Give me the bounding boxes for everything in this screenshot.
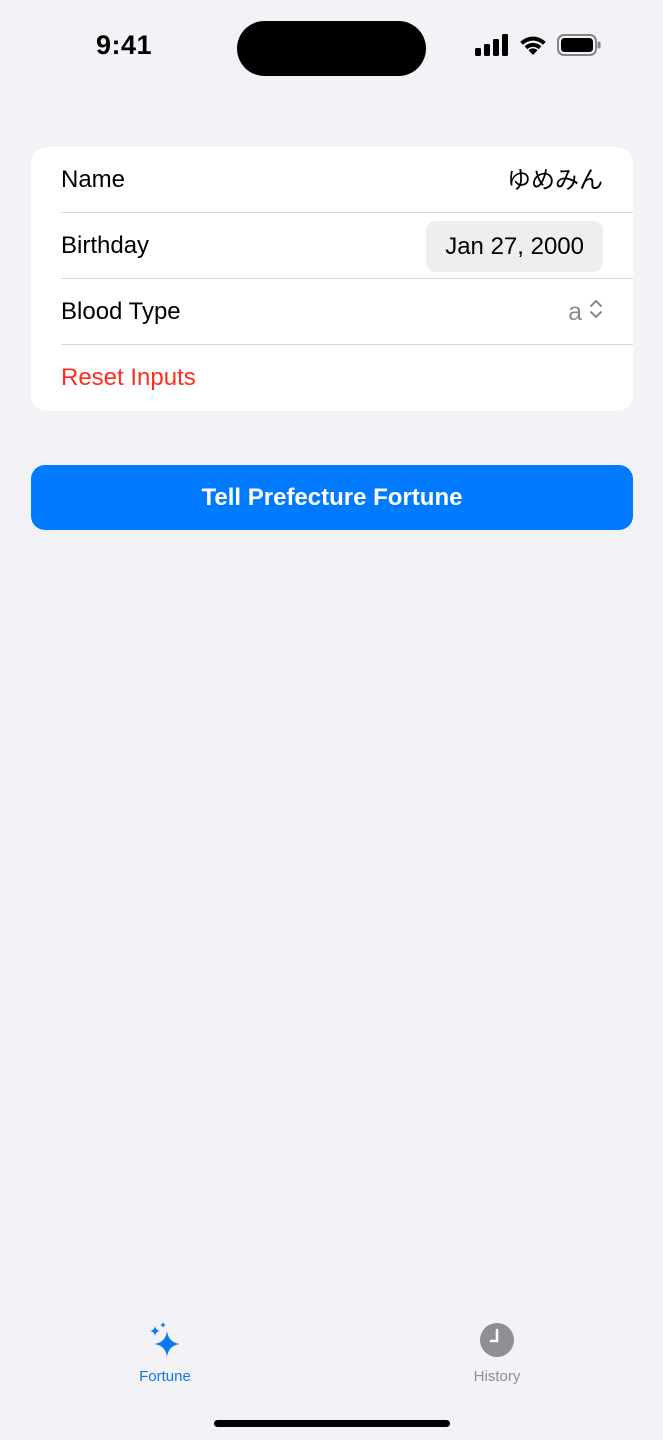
blood-type-picker[interactable]: a [568, 279, 603, 345]
status-icons [475, 33, 601, 61]
status-bar: 9:41 [0, 0, 663, 96]
reset-inputs-button[interactable]: Reset Inputs [61, 345, 196, 411]
name-field[interactable]: ゆめみん [507, 147, 603, 213]
input-form-card: Name ゆめみん Birthday Jan 27, 2000 Blood Ty… [31, 147, 633, 411]
name-row[interactable]: Name ゆめみん [31, 147, 633, 213]
blood-type-row: Blood Type a [31, 279, 633, 345]
sparkles-icon [145, 1320, 185, 1360]
birthday-label: Birthday [61, 232, 150, 259]
tab-fortune[interactable]: Fortune [100, 1320, 230, 1385]
tell-prefecture-fortune-label: Tell Prefecture Fortune [201, 483, 463, 511]
clock-icon [477, 1320, 517, 1360]
tell-prefecture-fortune-button[interactable]: Tell Prefecture Fortune [31, 465, 633, 530]
tab-fortune-label: Fortune [139, 1368, 191, 1385]
wifi-icon [518, 34, 548, 61]
reset-row[interactable]: Reset Inputs [31, 345, 633, 411]
chevron-up-down-icon [589, 298, 603, 327]
tab-bar: Fortune History [0, 1300, 663, 1440]
dynamic-island [237, 21, 426, 76]
cellular-signal-icon [475, 33, 509, 61]
blood-type-label: Blood Type [61, 298, 181, 325]
name-label: Name [61, 166, 126, 193]
blood-type-value: a [568, 297, 582, 326]
home-indicator [214, 1420, 450, 1427]
tab-history[interactable]: History [432, 1320, 562, 1385]
birthday-row: Birthday Jan 27, 2000 [31, 213, 633, 279]
birthday-date-picker[interactable]: Jan 27, 2000 [426, 221, 603, 272]
status-time: 9:41 [96, 30, 153, 60]
battery-icon [557, 33, 601, 61]
tab-history-label: History [473, 1368, 521, 1385]
